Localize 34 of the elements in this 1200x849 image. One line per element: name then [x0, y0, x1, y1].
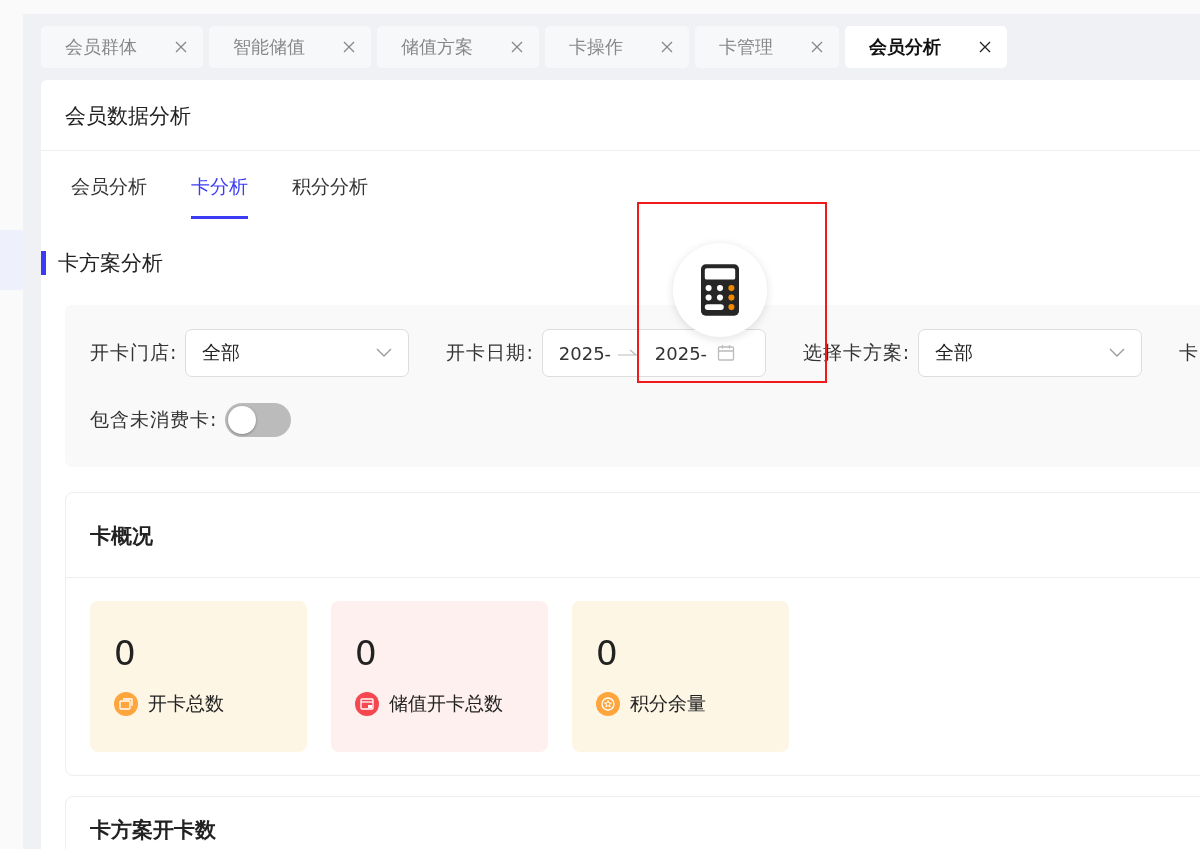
- sub-tab[interactable]: 积分分析: [292, 151, 368, 219]
- filter-label: 包含未消费卡:: [90, 407, 218, 432]
- section-accent-bar: [41, 251, 46, 275]
- calendar-icon: [716, 344, 735, 362]
- panel-title: 会员数据分析: [41, 80, 1200, 151]
- filter-label: 开卡日期:: [446, 340, 534, 365]
- card-title: 卡方案开卡数: [89, 817, 217, 844]
- stat-value: 0: [114, 633, 137, 673]
- calculator-icon: [701, 264, 739, 316]
- stat-value: 0: [596, 633, 619, 673]
- stat-label: 开卡总数: [148, 691, 224, 716]
- stat-label: 积分余量: [630, 691, 706, 716]
- stat-label: 储值开卡总数: [389, 691, 503, 716]
- page-tab[interactable]: 会员分析: [845, 26, 1007, 68]
- stat-value: 0: [355, 633, 378, 673]
- card-title: 卡概况: [66, 493, 1200, 578]
- chevron-down-icon: [376, 348, 393, 358]
- date-range-field[interactable]: 2025- 2025-: [541, 329, 766, 377]
- select-field[interactable]: 全部: [918, 329, 1143, 377]
- sub-tab[interactable]: 卡分析: [191, 151, 248, 219]
- sub-tab[interactable]: 会员分析: [71, 151, 147, 219]
- tab-label: 卡管理: [719, 35, 773, 59]
- section-title: 卡方案分析: [58, 250, 163, 277]
- filter-label: 开卡门店:: [90, 340, 178, 365]
- tab-label: 会员群体: [65, 35, 137, 59]
- tab-label: 智能储值: [233, 35, 305, 59]
- tab-label: 会员分析: [869, 35, 941, 59]
- toggle-switch[interactable]: [225, 403, 292, 437]
- select-field[interactable]: 全部: [185, 329, 410, 377]
- tab-label: 卡操作: [569, 35, 623, 59]
- chevron-down-icon: [1109, 348, 1126, 358]
- close-icon[interactable]: [979, 41, 991, 53]
- tab-label: 储值方案: [401, 35, 473, 59]
- filter-label: 卡: [1179, 340, 1200, 365]
